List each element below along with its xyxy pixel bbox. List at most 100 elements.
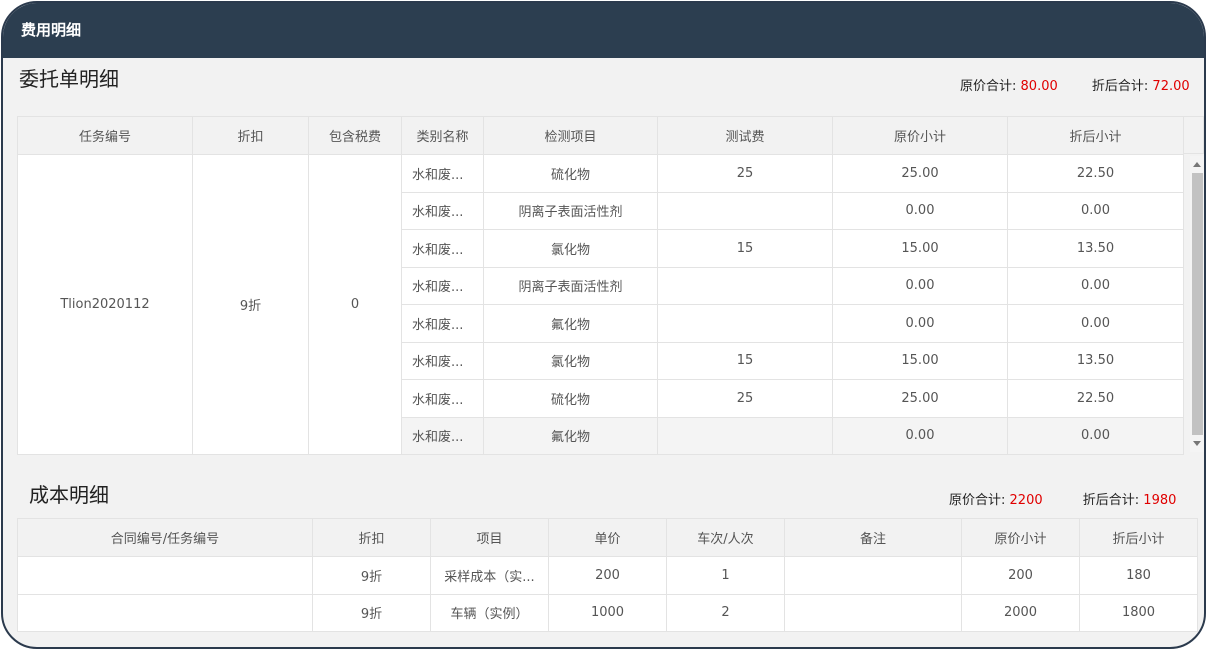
cost-original-total-label: 原价合计: (949, 493, 1006, 508)
category-cell: 水和废... (401, 191, 484, 230)
trips-cell: 2 (666, 593, 785, 632)
cost-section-title: 成本明细 (29, 483, 109, 507)
discount-subtotal-cell: 22.50 (1007, 379, 1184, 418)
entrust-discount-total-label: 折后合计: (1091, 79, 1149, 94)
discount-subtotal-cell: 13.50 (1007, 341, 1184, 380)
unit-price-cell: 1000 (548, 593, 667, 632)
col-header-note[interactable]: 备注 (784, 518, 962, 557)
window-titlebar: 费用明细 (3, 3, 1204, 58)
discount-cell: 9折 (312, 556, 431, 595)
cost-discount-total-value: 1980 (1143, 493, 1177, 508)
col-header-trips[interactable]: 车次/人次 (666, 518, 785, 557)
col-header-discount[interactable]: 折扣 (312, 518, 431, 557)
test-fee-cell: 15 (657, 341, 833, 380)
trips-cell: 1 (666, 556, 785, 595)
item-cell: 采样成本（实... (430, 556, 549, 595)
table-row[interactable]: 9折 采样成本（实... 200 1 200 180 (17, 556, 1198, 595)
test-fee-cell: 25 (657, 154, 833, 193)
test-fee-cell (657, 191, 833, 230)
cost-header-row: 合同编号/任务编号 折扣 项目 单价 车次/人次 备注 原价小计 折后小计 (17, 518, 1198, 557)
entrust-discount-total-value: 72.00 (1152, 79, 1190, 94)
col-header-task-no[interactable]: 任务编号 (17, 116, 193, 155)
scrollbar-thumb[interactable] (1192, 173, 1203, 435)
test-item-cell: 硫化物 (483, 379, 658, 418)
contract-no-cell (17, 556, 313, 595)
entrust-original-total-label: 原价合计: (960, 79, 1017, 94)
cost-detail-window: 费用明细 委托单明细 原价合计: 80.00 折后合计: 72.00 任务编号 … (1, 1, 1206, 649)
cost-totals: 原价合计: 2200 折后合计: 1980 (949, 489, 1176, 508)
original-subtotal-cell: 0.00 (832, 304, 1008, 343)
entrust-header-row: 任务编号 折扣 包含税费 类别名称 检测项目 测试费 原价小计 折后小计 (17, 116, 1184, 155)
table-row[interactable]: 9折 车辆（实例） 1000 2 2000 1800 (17, 593, 1198, 632)
category-cell: 水和废... (401, 154, 484, 193)
cost-table: 合同编号/任务编号 折扣 项目 单价 车次/人次 备注 原价小计 折后小计 9折… (17, 518, 1198, 632)
entrust-original-total-value: 80.00 (1020, 79, 1058, 94)
col-header-contract-no[interactable]: 合同编号/任务编号 (17, 518, 313, 557)
discount-subtotal-cell: 22.50 (1007, 154, 1184, 193)
test-item-cell: 氟化物 (483, 304, 658, 343)
col-header-item[interactable]: 项目 (430, 518, 549, 557)
unit-price-cell: 200 (548, 556, 667, 595)
test-fee-cell: 25 (657, 379, 833, 418)
category-cell: 水和废... (401, 416, 484, 455)
original-subtotal-cell: 15.00 (832, 341, 1008, 380)
discount-subtotal-cell: 0.00 (1007, 304, 1184, 343)
test-fee-cell (657, 304, 833, 343)
discount-subtotal-cell: 0.00 (1007, 191, 1184, 230)
col-header-discount-subtotal[interactable]: 折后小计 (1079, 518, 1198, 557)
item-cell: 车辆（实例） (430, 593, 549, 632)
col-header-tax-included[interactable]: 包含税费 (308, 116, 402, 155)
test-fee-cell (657, 266, 833, 305)
test-fee-cell (657, 416, 833, 455)
tax-included-cell: 0 (308, 154, 402, 455)
discount-subtotal-cell: 0.00 (1007, 416, 1184, 455)
category-cell: 水和废... (401, 341, 484, 380)
category-cell: 水和废... (401, 266, 484, 305)
original-subtotal-cell: 2000 (961, 593, 1080, 632)
entrust-table: 任务编号 折扣 包含税费 类别名称 检测项目 测试费 原价小计 折后小计 Tli… (17, 116, 1184, 455)
original-subtotal-cell: 200 (961, 556, 1080, 595)
window-title: 费用明细 (21, 21, 82, 39)
col-header-test-fee[interactable]: 测试费 (657, 116, 833, 155)
col-header-test-item[interactable]: 检测项目 (483, 116, 658, 155)
table-header-filler (1182, 116, 1204, 154)
test-item-cell: 硫化物 (483, 154, 658, 193)
discount-subtotal-cell: 0.00 (1007, 266, 1184, 305)
discount-cell: 9折 (192, 154, 309, 455)
cost-original-total-value: 2200 (1009, 493, 1043, 508)
col-header-category[interactable]: 类别名称 (401, 116, 484, 155)
category-cell: 水和废... (401, 304, 484, 343)
note-cell (784, 593, 962, 632)
contract-no-cell (17, 593, 313, 632)
entrust-section-title: 委托单明细 (19, 67, 119, 91)
col-header-original-subtotal[interactable]: 原价小计 (961, 518, 1080, 557)
original-subtotal-cell: 25.00 (832, 379, 1008, 418)
scroll-down-icon[interactable] (1193, 441, 1201, 446)
test-item-cell: 氯化物 (483, 229, 658, 268)
col-header-discount-subtotal[interactable]: 折后小计 (1007, 116, 1184, 155)
note-cell (784, 556, 962, 595)
discount-subtotal-cell: 1800 (1079, 593, 1198, 632)
entrust-table-scrollbar[interactable] (1190, 156, 1204, 452)
col-header-discount[interactable]: 折扣 (192, 116, 309, 155)
original-subtotal-cell: 0.00 (832, 416, 1008, 455)
category-cell: 水和废... (401, 229, 484, 268)
cost-discount-total-label: 折后合计: (1082, 493, 1140, 508)
original-subtotal-cell: 25.00 (832, 154, 1008, 193)
test-item-cell: 阴离子表面活性剂 (483, 266, 658, 305)
entrust-totals: 原价合计: 80.00 折后合计: 72.00 (960, 75, 1190, 94)
discount-subtotal-cell: 180 (1079, 556, 1198, 595)
col-header-unit-price[interactable]: 单价 (548, 518, 667, 557)
original-subtotal-cell: 0.00 (832, 191, 1008, 230)
task-no-cell: Tlion2020112 (17, 154, 193, 455)
original-subtotal-cell: 15.00 (832, 229, 1008, 268)
scroll-up-icon[interactable] (1193, 162, 1201, 167)
test-item-cell: 氟化物 (483, 416, 658, 455)
test-item-cell: 阴离子表面活性剂 (483, 191, 658, 230)
table-row[interactable]: Tlion2020112 9折 0 水和废... 硫化物 25 25.00 22… (17, 154, 1184, 455)
category-cell: 水和废... (401, 379, 484, 418)
col-header-original-subtotal[interactable]: 原价小计 (832, 116, 1008, 155)
discount-cell: 9折 (312, 593, 431, 632)
original-subtotal-cell: 0.00 (832, 266, 1008, 305)
test-item-cell: 氯化物 (483, 341, 658, 380)
